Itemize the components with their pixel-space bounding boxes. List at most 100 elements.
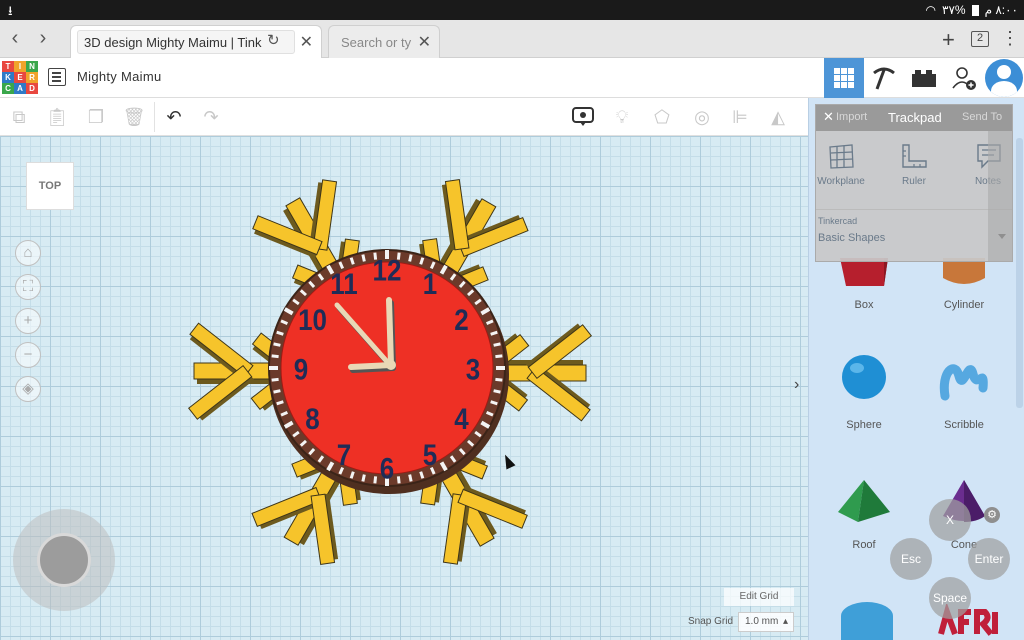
- 3d-model-scene[interactable]: 12 12 3 45678 9 1011: [0, 136, 808, 640]
- clock-tick: [271, 377, 279, 382]
- tab-active[interactable]: 3D design Mighty Maimu | Tink ↻ ✕: [70, 25, 322, 58]
- close-tab-icon[interactable]: ✕: [418, 32, 431, 52]
- fit-view-icon[interactable]: ⛶: [15, 274, 41, 300]
- logo-letter: T: [2, 61, 14, 72]
- gear-icon[interactable]: ⚙: [984, 507, 1000, 523]
- cylinder-shape-icon: [943, 258, 985, 284]
- avatar[interactable]: [985, 59, 1023, 97]
- box-shape-icon: [840, 258, 888, 286]
- home-view-icon[interactable]: ⌂: [15, 240, 41, 266]
- next-cylinder-shape-icon[interactable]: [837, 598, 897, 640]
- zoom-in-icon[interactable]: +: [15, 308, 41, 334]
- design-name[interactable]: Mighty Maimu: [77, 69, 162, 84]
- design-list-icon[interactable]: [48, 68, 66, 86]
- clock-tick: [490, 330, 498, 336]
- zoom-out-icon[interactable]: −: [15, 342, 41, 368]
- tab-inactive[interactable]: Search or ty ✕: [328, 25, 440, 58]
- shape-sphere[interactable]: Sphere: [814, 352, 914, 431]
- shape-box[interactable]: Box: [814, 258, 914, 311]
- back-icon[interactable]: ‹: [4, 28, 26, 50]
- logo-letter: R: [26, 72, 38, 83]
- clock-numeral: 1: [423, 267, 437, 300]
- library-source: Tinkercad: [818, 216, 858, 226]
- group-shape-icon[interactable]: ⬠: [651, 106, 673, 128]
- notes-toggle-icon[interactable]: [572, 106, 594, 128]
- logo-letter: C: [2, 83, 14, 94]
- paste-icon[interactable]: 📋︎: [46, 106, 69, 128]
- mirror-icon[interactable]: ◭: [767, 106, 789, 128]
- navigation-joystick[interactable]: [13, 509, 115, 611]
- ruler-tool[interactable]: Ruler: [886, 143, 942, 187]
- tinkercad-logo[interactable]: T I N K E R C A D: [2, 61, 38, 95]
- shape-label: Box: [854, 299, 874, 311]
- tab-count-button[interactable]: 2: [971, 31, 989, 47]
- ungroup-shape-icon[interactable]: ◎: [691, 106, 713, 128]
- clock-numeral: 9: [294, 353, 308, 386]
- tool-label: Ruler: [902, 176, 926, 187]
- tab-title: 3D design Mighty Maimu | Tink: [77, 30, 295, 54]
- clock-numeral: 5: [423, 438, 437, 471]
- clock-tick: [493, 342, 501, 347]
- clock-numeral: 3: [466, 353, 480, 386]
- joystick-knob[interactable]: [37, 533, 91, 587]
- key-x-button[interactable]: X: [929, 499, 971, 541]
- workplane[interactable]: 12 1 2 3 4 5 6 7 8 9 10 11 TOP ⌂ ⛶ + − ◈ Edit Grid …: [0, 136, 808, 640]
- light-bulb-icon[interactable]: 💡︎: [611, 106, 633, 128]
- battery-icon: [971, 4, 979, 16]
- shape-library-select[interactable]: Tinkercad Basic Shapes: [816, 209, 1012, 249]
- logo-letter: K: [2, 72, 14, 83]
- library-name: Basic Shapes: [818, 232, 886, 244]
- shape-scribble[interactable]: Scribble: [914, 352, 1014, 431]
- clock-tick: [408, 254, 413, 262]
- send-to-button[interactable]: Send To: [962, 111, 1002, 123]
- duplicate-icon[interactable]: ❐: [85, 106, 107, 128]
- reload-icon[interactable]: ↻: [267, 31, 280, 49]
- key-space-button[interactable]: Space: [929, 577, 971, 619]
- bricks-view-button[interactable]: [904, 58, 944, 98]
- close-tab-icon[interactable]: ✕: [300, 32, 313, 52]
- shape-label: Sphere: [846, 419, 882, 431]
- shape-cylinder[interactable]: Cylinder: [914, 258, 1014, 311]
- align-icon[interactable]: ⊫: [729, 106, 751, 128]
- clock-numeral: 4: [454, 402, 469, 435]
- trackpad-overlay[interactable]: Import ✕ Trackpad Send To Workplane Rule…: [815, 104, 1013, 262]
- toolbar-divider: [154, 102, 155, 132]
- roof-shape-icon: [838, 480, 890, 522]
- view-cube[interactable]: TOP: [26, 162, 74, 210]
- clock-tick: [490, 400, 498, 406]
- snap-grid-label: Snap Grid: [688, 616, 734, 627]
- workplane-tool[interactable]: Workplane: [813, 143, 869, 187]
- perspective-icon[interactable]: ◈: [15, 376, 41, 402]
- browser-tab-bar: ‹ › 3D design Mighty Maimu | Tink ↻ ✕ Se…: [0, 20, 1024, 58]
- import-button[interactable]: Import: [836, 111, 867, 123]
- app-header: T I N K E R C A D Mighty Maimu: [0, 58, 1024, 98]
- snap-grid-select[interactable]: 1.0 mm ▴: [738, 612, 794, 632]
- new-tab-icon[interactable]: +: [942, 27, 955, 53]
- trackpad-title: Trackpad: [888, 110, 942, 125]
- android-status-bar: ⭳ ◠ ٣٧% ٨:٠٠ م: [0, 0, 1024, 20]
- clock-tick: [495, 377, 503, 382]
- key-esc-button[interactable]: Esc: [890, 538, 932, 580]
- forward-icon[interactable]: ›: [32, 28, 54, 50]
- clock-time: ٨:٠٠ م: [984, 3, 1018, 17]
- trackpad-scroll-area[interactable]: [988, 131, 1012, 261]
- collapse-panel-icon[interactable]: ›: [794, 376, 808, 402]
- redo-icon[interactable]: ↷: [200, 106, 222, 128]
- add-user-button[interactable]: [944, 58, 984, 98]
- edit-grid-button[interactable]: Edit Grid: [724, 588, 794, 606]
- overflow-menu-icon[interactable]: ⋮: [1001, 28, 1019, 49]
- close-trackpad-icon[interactable]: ✕: [823, 109, 834, 125]
- undo-icon[interactable]: ↶: [163, 106, 185, 128]
- dropdown-arrow-icon: ▴: [782, 616, 788, 627]
- clock-tick: [361, 474, 366, 482]
- delete-icon[interactable]: 🗑︎: [123, 106, 146, 128]
- blocks-view-button[interactable]: [864, 58, 904, 98]
- shape-roof[interactable]: Roof: [814, 478, 914, 551]
- panel-scrollbar[interactable]: [1016, 138, 1023, 408]
- wifi-icon: ◠: [925, 3, 936, 17]
- pickaxe-icon: [873, 67, 895, 90]
- key-enter-button[interactable]: Enter: [968, 538, 1010, 580]
- clock: 12 12 3 45678 9 1011: [268, 249, 509, 494]
- 3d-view-button[interactable]: [824, 58, 864, 98]
- copy-icon[interactable]: ⧉: [8, 106, 30, 128]
